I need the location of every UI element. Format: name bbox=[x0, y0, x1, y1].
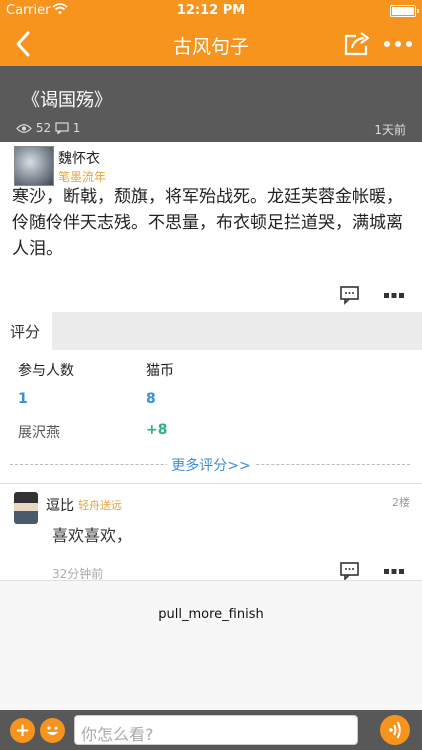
reply-button[interactable] bbox=[338, 284, 362, 306]
comment-input-placeholder: 你怎么看? bbox=[81, 725, 154, 744]
comment-more-button[interactable] bbox=[382, 560, 406, 582]
post-more-button[interactable] bbox=[382, 284, 406, 306]
rating-value: +8 bbox=[146, 422, 168, 438]
rating-header: 评分 bbox=[0, 312, 422, 350]
post-stats: 52 1 bbox=[16, 121, 80, 137]
rating-coin-total: 8 bbox=[146, 391, 156, 407]
clock: 12:12 PM bbox=[176, 3, 246, 18]
comment-count-icon bbox=[55, 122, 69, 137]
nav-bar: 古风句子 bbox=[0, 22, 422, 66]
avatar[interactable] bbox=[14, 146, 54, 186]
post-time: 1天前 bbox=[374, 123, 406, 137]
more-button[interactable] bbox=[382, 32, 414, 56]
load-more-footer: pull_more_finish bbox=[0, 580, 422, 710]
voice-button[interactable] bbox=[380, 715, 410, 745]
rating-user[interactable]: 展沢燕 bbox=[18, 422, 60, 442]
commenter-tag: 轻舟送远 bbox=[78, 499, 122, 512]
add-button[interactable]: + bbox=[10, 718, 35, 743]
post-title: 《谒国殇》 bbox=[22, 90, 112, 111]
emoji-button[interactable] bbox=[40, 718, 65, 743]
avatar[interactable] bbox=[14, 492, 38, 524]
comment-floor: 2楼 bbox=[392, 496, 410, 509]
rating-participant-count: 1 bbox=[18, 391, 28, 407]
load-more-status: pull_more_finish bbox=[158, 607, 264, 622]
voice-icon bbox=[389, 721, 401, 739]
comment-text: 喜欢喜欢， bbox=[52, 526, 133, 545]
more-dots-icon bbox=[384, 41, 412, 47]
more-dots-icon bbox=[384, 569, 404, 574]
author-subtitle: 笔墨流年 bbox=[58, 170, 107, 184]
post-header: 《谒国殇》 52 1 1天前 bbox=[0, 66, 422, 142]
more-ratings-link-row: 更多评分>> bbox=[0, 455, 422, 475]
plus-icon: + bbox=[14, 720, 31, 741]
comment-input[interactable]: 你怎么看? bbox=[74, 715, 358, 745]
rating-header-participants: 参与人数 bbox=[18, 363, 74, 379]
commenter-name[interactable]: 逗比 bbox=[46, 495, 74, 515]
share-button[interactable] bbox=[342, 30, 372, 58]
more-ratings-link[interactable]: 更多评分>> bbox=[167, 458, 255, 474]
status-bar: Carrier 12:12 PM bbox=[0, 0, 422, 22]
share-icon bbox=[344, 32, 370, 56]
post-content: 寒沙，断戟，颓旗，将军殆战死。龙廷芙蓉金帐暖，伶随伶伴天志残。不思量，布衣顿足拦… bbox=[12, 187, 403, 259]
author-name[interactable]: 魏怀衣 bbox=[58, 148, 100, 168]
divider bbox=[0, 483, 422, 484]
comment-count: 1 bbox=[72, 121, 81, 135]
comment-icon bbox=[340, 286, 359, 305]
tab-rating[interactable]: 评分 bbox=[0, 312, 52, 350]
comment-icon bbox=[340, 562, 359, 581]
eye-icon bbox=[16, 123, 32, 137]
more-dots-icon bbox=[384, 293, 404, 298]
view-count: 52 bbox=[35, 121, 52, 135]
comment-reply-button[interactable] bbox=[338, 560, 362, 582]
comment-input-bar: + 你怎么看? bbox=[0, 710, 422, 750]
rating-header-coins: 猫币 bbox=[146, 363, 174, 379]
smiley-icon bbox=[47, 726, 58, 735]
battery-icon bbox=[390, 5, 419, 17]
